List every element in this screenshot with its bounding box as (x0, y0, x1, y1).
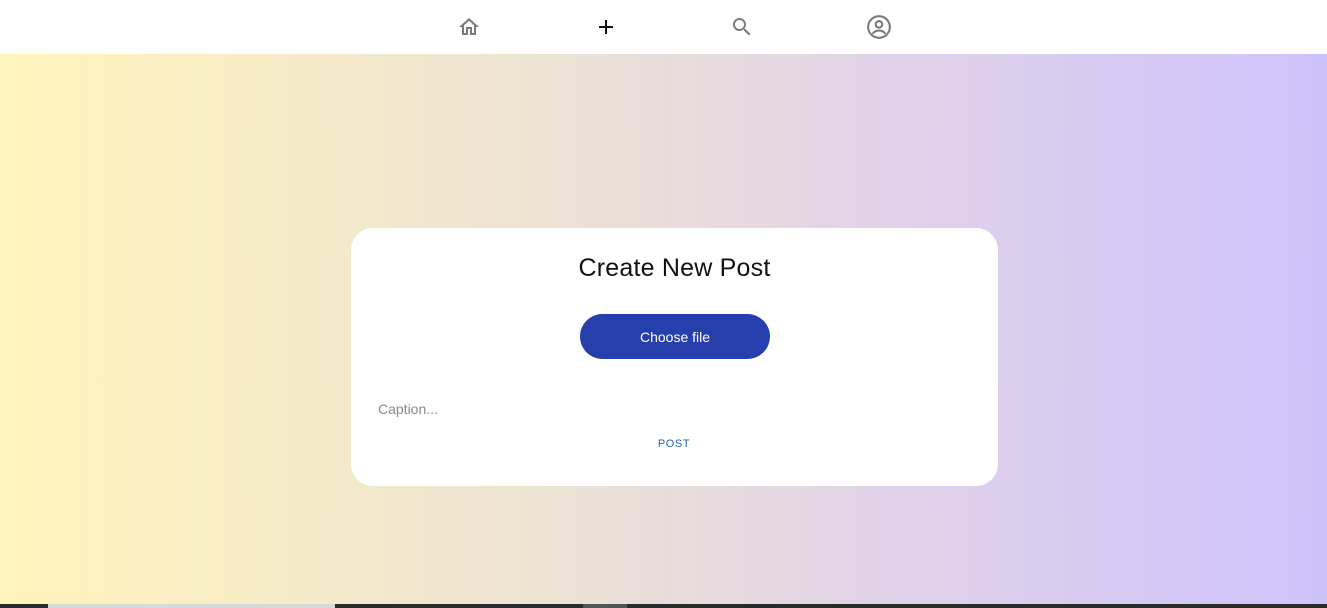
caption-input[interactable] (378, 398, 968, 420)
post-button[interactable]: POST (639, 434, 709, 454)
scrollbar-thumb[interactable] (48, 604, 335, 608)
nav-profile-button[interactable] (861, 9, 897, 45)
nav-home-button[interactable] (451, 9, 487, 45)
top-nav-bar (0, 0, 1327, 54)
home-icon (457, 15, 481, 39)
search-icon (730, 15, 754, 39)
card-title: Create New Post (578, 254, 771, 282)
plus-icon (594, 15, 618, 39)
account-circle-icon (866, 14, 892, 40)
create-post-card: Create New Post Choose file POST (351, 228, 998, 486)
scrollbar-segment (583, 604, 627, 608)
choose-file-button[interactable]: Choose file (580, 314, 770, 359)
bottom-scrollbar[interactable] (0, 604, 1327, 608)
nav-create-button[interactable] (588, 9, 624, 45)
nav-search-button[interactable] (724, 9, 760, 45)
